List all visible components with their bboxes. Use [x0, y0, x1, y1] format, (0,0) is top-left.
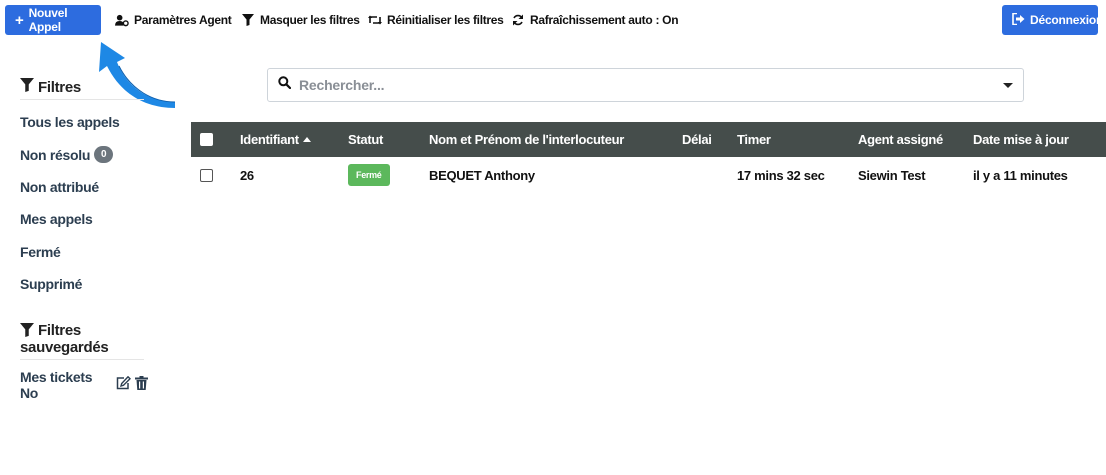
auto-refresh-toggle[interactable]: Rafraîchissement auto : On — [511, 5, 679, 35]
column-header-delay[interactable]: Délai — [682, 122, 712, 157]
sidebar-item-deleted[interactable]: Supprimé — [20, 268, 148, 300]
logout-button[interactable]: Déconnexion — [1002, 5, 1103, 35]
row-name: BEQUET Anthony — [429, 167, 535, 183]
column-header-timer[interactable]: Timer — [737, 122, 771, 157]
agent-settings-button[interactable]: Paramètres Agent — [115, 5, 232, 35]
agent-settings-label: Paramètres Agent — [134, 13, 232, 27]
sidebar-item-unassigned[interactable]: Non attribué — [20, 171, 148, 203]
table-row[interactable]: 26 Fermé BEQUET Anthony 17 mins 32 sec S… — [191, 157, 1106, 193]
row-agent: Siewin Test — [858, 167, 926, 183]
top-toolbar: + Nouvel Appel Paramètres Agent Masquer … — [0, 0, 1106, 42]
logout-label: Déconnexion — [1030, 13, 1104, 27]
trash-icon[interactable] — [135, 376, 148, 393]
chevron-down-icon[interactable] — [1003, 82, 1013, 88]
hide-filters-button[interactable]: Masquer les filtres — [241, 5, 360, 35]
column-header-name[interactable]: Nom et Prénom de l'interlocuteur — [429, 122, 624, 157]
user-gear-icon — [115, 13, 129, 27]
filter-icon — [20, 78, 34, 96]
new-call-label: Nouvel Appel — [28, 6, 68, 34]
new-call-button[interactable]: + Nouvel Appel — [5, 5, 101, 35]
column-header-agent[interactable]: Agent assigné — [858, 122, 943, 157]
sidebar: Filtres Tous les appels Non résolu 0 Non… — [20, 78, 148, 401]
refresh-icon — [511, 13, 525, 27]
sort-asc-icon — [302, 137, 311, 142]
row-updated: il y a 11 minutes — [973, 167, 1068, 183]
saved-filters-heading: Filtres sauvegardés — [20, 322, 144, 361]
column-header-id[interactable]: Identifiant — [240, 122, 311, 157]
retweet-icon — [368, 13, 382, 27]
reset-filters-button[interactable]: Réinitialiser les filtres — [368, 5, 504, 35]
row-checkbox[interactable] — [200, 168, 213, 182]
count-badge: 0 — [94, 146, 114, 164]
edit-icon[interactable] — [116, 375, 131, 393]
column-header-status[interactable]: Statut — [348, 122, 383, 157]
select-all-checkbox[interactable] — [200, 133, 213, 146]
auto-refresh-label: Rafraîchissement auto : On — [530, 13, 679, 27]
row-timer: 17 mins 32 sec — [737, 167, 825, 183]
sidebar-item-closed[interactable]: Fermé — [20, 236, 148, 268]
sign-out-icon — [1012, 12, 1025, 28]
plus-icon: + — [15, 11, 24, 29]
table-header: Identifiant Statut Nom et Prénom de l'in… — [191, 122, 1106, 157]
sidebar-item-my-calls[interactable]: Mes appels — [20, 203, 148, 235]
search-select[interactable]: Rechercher... — [267, 68, 1024, 102]
hide-filters-label: Masquer les filtres — [260, 13, 360, 27]
calls-table: Identifiant Statut Nom et Prénom de l'in… — [191, 122, 1106, 193]
status-badge: Fermé — [348, 164, 390, 186]
sidebar-item-all-calls[interactable]: Tous les appels — [20, 106, 148, 138]
filters-heading: Filtres — [20, 78, 144, 100]
search-icon — [278, 76, 292, 94]
search-input[interactable]: Rechercher... — [299, 77, 1003, 93]
column-header-updated[interactable]: Date mise à jour — [973, 122, 1069, 157]
sidebar-item-unresolved[interactable]: Non résolu 0 — [20, 138, 148, 170]
reset-filters-label: Réinitialiser les filtres — [387, 13, 504, 27]
saved-filter-item[interactable]: Mes tickets No — [20, 368, 148, 401]
row-id: 26 — [240, 167, 254, 183]
filter-icon — [241, 13, 255, 27]
